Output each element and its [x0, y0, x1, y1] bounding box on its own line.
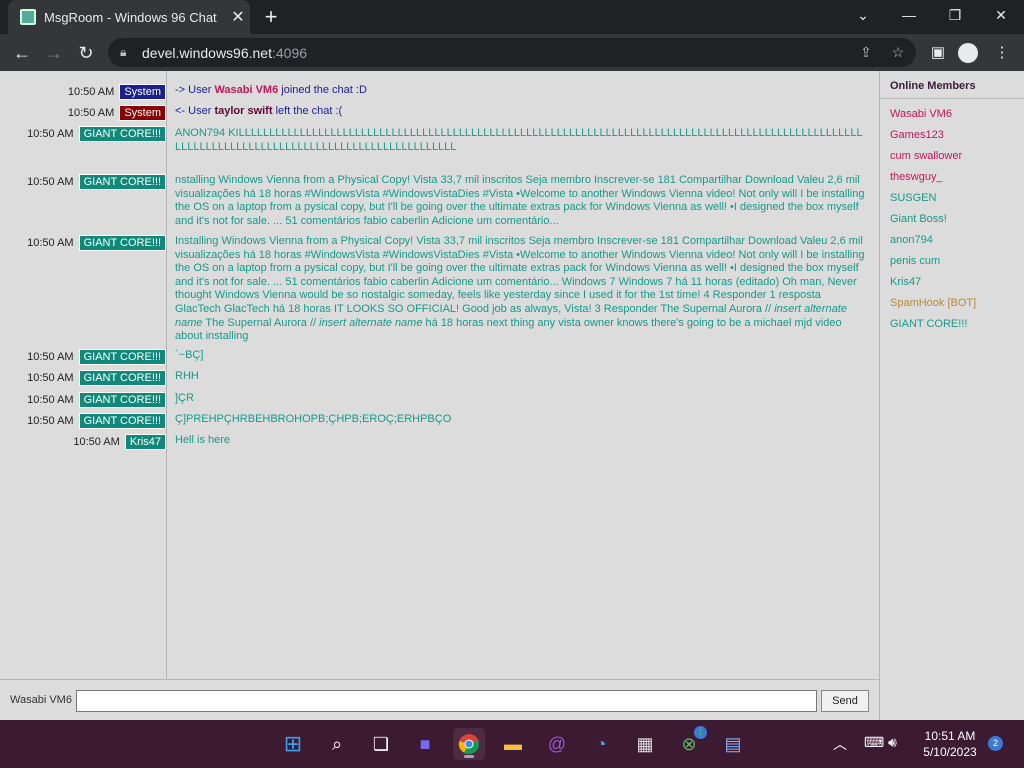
message-time: 10:50 AM	[27, 394, 74, 406]
address-bar[interactable]: 🔒︎ devel.windows96.net:4096 ⇪ ☆	[108, 38, 916, 67]
file-explorer-icon[interactable]: ▬	[497, 728, 529, 760]
member-item[interactable]: Games123	[880, 126, 1024, 147]
message-input-bar: Wasabi VM6 Send	[0, 679, 879, 720]
system-clock[interactable]: 10:51 AM 5/10/2023	[914, 728, 986, 760]
message-user-badge[interactable]: GIANT CORE!!!	[78, 174, 166, 190]
nickname-label[interactable]: Wasabi VM6	[10, 694, 72, 706]
lock-icon[interactable]: 🔒︎	[120, 45, 134, 60]
member-item[interactable]: theswguy_	[880, 168, 1024, 189]
close-window-icon[interactable]: ✕	[978, 0, 1024, 30]
menu-kebab-icon[interactable]: ⋮	[988, 39, 1016, 67]
chat-log: 10:50 AM System -> User Wasabi VM6 joined…	[0, 71, 878, 679]
message-time: 10:50 AM	[73, 436, 120, 448]
message-user-badge[interactable]: GIANT CORE!!!	[78, 126, 166, 142]
minimize-icon[interactable]: —	[886, 0, 932, 30]
new-tab-icon[interactable]: +	[258, 4, 284, 30]
start-icon[interactable]: ⊞	[277, 728, 309, 760]
message-time: 10:50 AM	[67, 107, 115, 119]
member-item[interactable]: SpamHook [BOT]	[880, 294, 1024, 315]
tab-title: MsgRoom - Windows 96 Chat	[44, 9, 217, 25]
message-text: -> User Wasabi VM6 joined the chat :D	[175, 84, 367, 96]
message-time: 10:50 AM	[27, 237, 74, 249]
message-user-badge[interactable]: Kris47	[124, 434, 166, 450]
online-members-panel: Online Members Wasabi VM6 Games123 cum swa…	[879, 71, 1024, 720]
message-user-badge[interactable]: GIANT CORE!!!	[78, 392, 166, 408]
member-list: Wasabi VM6 Games123 cum swallower theswguy_…	[880, 105, 1024, 336]
forward-icon[interactable]: →	[40, 39, 68, 67]
back-icon[interactable]: ←	[8, 39, 36, 67]
member-item[interactable]: Wasabi VM6	[880, 105, 1024, 126]
clock-time: 10:51 AM	[924, 729, 976, 743]
message-time: 10:50 AM	[27, 176, 74, 188]
share-icon[interactable]: ⇪	[852, 38, 880, 67]
xbox-icon[interactable]: ⊗ 1	[673, 726, 707, 760]
windows-taskbar: ⊞ ⌕ ❏ ■ ▬ @ ◔ ▦ ⊗ 1 ▤ ︿ ⌨ 🔊︎ 10:51 AM 5/1…	[0, 720, 1024, 768]
side-panel-icon[interactable]: ▣	[924, 39, 952, 67]
task-view-icon[interactable]: ❏	[365, 728, 397, 760]
browser-toolbar: ← → ↻ 🔒︎ devel.windows96.net:4096 ⇪ ☆ ▣ …	[0, 34, 1024, 71]
message-text: ANON794 KILLLLLLLLLLLLLLLLLLLLLLLLLLLLLL…	[175, 127, 863, 153]
member-item[interactable]: cum swallower	[880, 147, 1024, 168]
message-time: 10:50 AM	[27, 128, 74, 140]
xbox-badge: 1	[694, 726, 707, 739]
message-time: 10:50 AM	[67, 86, 115, 98]
message-user-badge[interactable]: GIANT CORE!!!	[78, 370, 166, 386]
browser-tab[interactable]: MsgRoom - Windows 96 Chat ✕	[8, 0, 250, 34]
member-item[interactable]: SUSGEN	[880, 189, 1024, 210]
message-text: RHH	[175, 370, 199, 382]
clock-date: 5/10/2023	[923, 745, 977, 759]
message-time: 10:50 AM	[27, 351, 74, 363]
message-text: nstalling Windows Vienna from a Physical…	[175, 174, 865, 227]
msgroom-page: 10:50 AM System -> User Wasabi VM6 joined…	[0, 71, 1024, 720]
active-indicator	[464, 755, 474, 758]
mail-icon[interactable]: @	[541, 728, 573, 760]
chrome-logo-icon	[458, 734, 479, 755]
profile-avatar[interactable]	[958, 43, 978, 63]
member-item[interactable]: anon794	[880, 231, 1024, 252]
performance-monitor-icon[interactable]: ▤	[717, 728, 749, 760]
app-icon[interactable]: ▦	[629, 728, 661, 760]
url-host: devel.windows96.net	[142, 44, 272, 61]
tray-chevron-icon[interactable]: ︿	[833, 734, 847, 754]
message-user-badge[interactable]: System	[119, 105, 166, 121]
volume-icon[interactable]: 🔊︎	[888, 734, 897, 751]
message-text: Installing Windows Vienna from a Physica…	[175, 235, 865, 343]
member-item[interactable]: Giant Boss!	[880, 210, 1024, 231]
message-user-badge[interactable]: GIANT CORE!!!	[78, 349, 166, 365]
member-item[interactable]: GIANT CORE!!!	[880, 315, 1024, 336]
bookmark-star-icon[interactable]: ☆	[884, 38, 912, 67]
msgroom-favicon-icon	[20, 9, 36, 25]
send-button[interactable]: Send	[821, 690, 869, 712]
message-text: ]ÇR	[175, 392, 194, 404]
message-text: <- User taylor swift left the chat :(	[175, 105, 343, 117]
tab-search-icon[interactable]: ⌄	[840, 0, 886, 30]
message-time: 10:50 AM	[27, 415, 74, 427]
notification-badge[interactable]: 2	[988, 736, 1003, 751]
message-input[interactable]	[76, 690, 817, 712]
calendar-icon[interactable]: ◔	[585, 728, 617, 760]
url-port: :4096	[271, 44, 308, 61]
message-text: Ç]PREHPÇHRBEHBROHOPB;ÇHPB;EROÇ;ERHPBÇO	[175, 413, 452, 425]
network-icon[interactable]: ⌨	[864, 734, 884, 751]
tab-close-icon[interactable]: ✕	[226, 7, 250, 27]
search-icon[interactable]: ⌕	[321, 728, 353, 760]
message-user-badge[interactable]: System	[119, 84, 166, 100]
member-item[interactable]: Kris47	[880, 273, 1024, 294]
chrome-icon[interactable]	[453, 728, 485, 760]
message-user-badge[interactable]: GIANT CORE!!!	[78, 413, 166, 429]
teams-chat-icon[interactable]: ■	[409, 728, 441, 760]
message-user-badge[interactable]: GIANT CORE!!!	[78, 235, 166, 251]
message-text: ´~BÇ]	[175, 349, 204, 361]
member-item[interactable]: penis cum	[880, 252, 1024, 273]
restore-icon[interactable]: ❐	[932, 0, 978, 30]
reload-icon[interactable]: ↻	[72, 39, 100, 67]
online-members-title: Online Members	[880, 71, 1024, 99]
message-time: 10:50 AM	[27, 372, 74, 384]
message-text: Hell is here	[175, 434, 231, 446]
browser-tabbar: MsgRoom - Windows 96 Chat ✕ + ⌄ — ❐ ✕	[0, 0, 1024, 34]
